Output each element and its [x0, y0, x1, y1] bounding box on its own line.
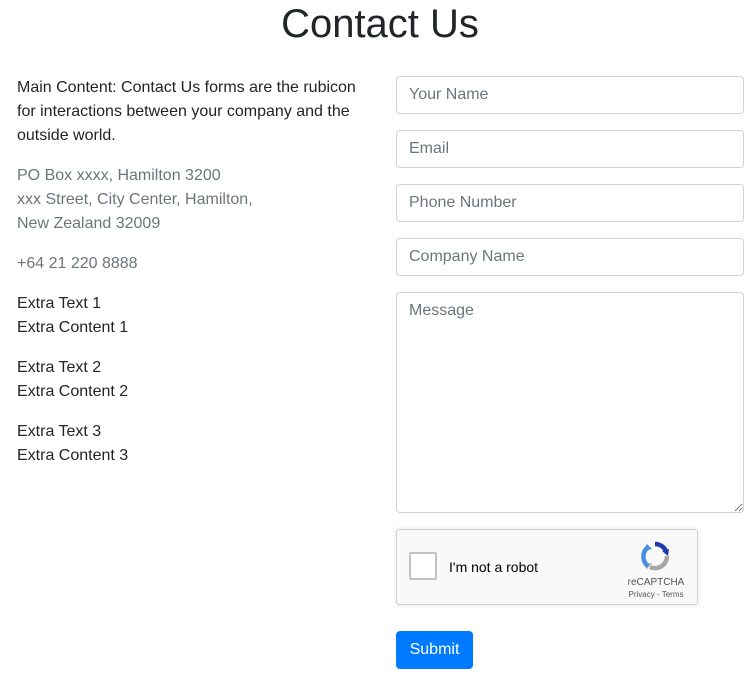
- address-line-3: New Zealand 32009: [17, 215, 161, 232]
- phone-number: +64 21 220 8888: [17, 255, 138, 272]
- phone-input[interactable]: [396, 184, 744, 222]
- extra-block-2: Extra Text 2 Extra Content 2: [17, 356, 377, 404]
- name-input[interactable]: [396, 76, 744, 114]
- email-input[interactable]: [396, 130, 744, 168]
- company-input[interactable]: [396, 238, 744, 276]
- address: PO Box xxxx, Hamilton 3200 xxx Street, C…: [17, 164, 377, 236]
- extra-block-3: Extra Text 3 Extra Content 3: [17, 420, 377, 468]
- recaptcha-logo-icon: [641, 541, 670, 571]
- recaptcha-links: Privacy - Terms: [611, 590, 701, 599]
- address-line-1: PO Box xxxx, Hamilton 3200: [17, 167, 221, 184]
- recaptcha-privacy-link[interactable]: Privacy: [629, 590, 655, 599]
- recaptcha-checkbox[interactable]: [409, 552, 437, 580]
- extra-text-2: Extra Text 2: [17, 359, 102, 376]
- message-textarea[interactable]: [396, 292, 744, 513]
- intro-text: Main Content: Contact Us forms are the r…: [17, 79, 356, 144]
- contact-form: [396, 76, 744, 529]
- recaptcha-brand: reCAPTCHA: [627, 577, 685, 588]
- submit-button[interactable]: Submit: [396, 631, 473, 669]
- extra-content-2: Extra Content 2: [17, 383, 129, 400]
- recaptcha-label: I'm not a robot: [449, 559, 539, 575]
- recaptcha-terms-link[interactable]: Terms: [662, 590, 684, 599]
- extra-content-3: Extra Content 3: [17, 447, 129, 464]
- page-title: Contact Us: [281, 2, 479, 46]
- recaptcha-widget: I'm not a robot reCAPTCHA Privacy - Term…: [396, 529, 698, 605]
- extra-text-3: Extra Text 3: [17, 423, 102, 440]
- extra-content-1: Extra Content 1: [17, 319, 129, 336]
- extra-block-1: Extra Text 1 Extra Content 1: [17, 292, 377, 340]
- contact-info: Main Content: Contact Us forms are the r…: [17, 76, 377, 484]
- address-line-2: xxx Street, City Center, Hamilton,: [17, 191, 253, 208]
- recaptcha-link-separator: -: [654, 590, 662, 599]
- extra-text-1: Extra Text 1: [17, 295, 102, 312]
